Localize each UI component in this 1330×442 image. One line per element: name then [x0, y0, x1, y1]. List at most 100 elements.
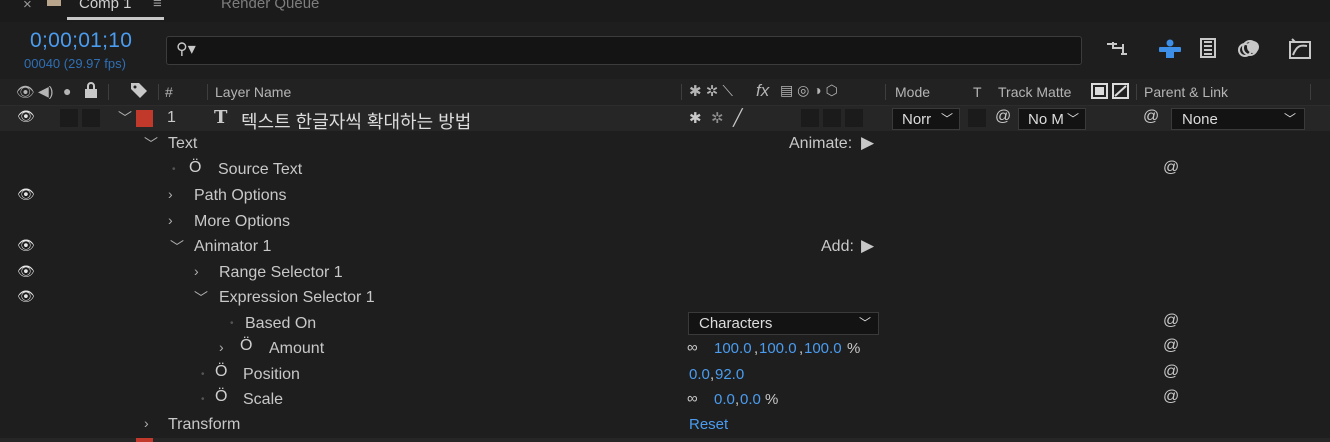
stopwatch-icon[interactable]: Ö: [215, 388, 227, 406]
solo-icon[interactable]: ●: [63, 83, 71, 99]
col-track-matte[interactable]: Track Matte: [998, 84, 1071, 100]
prop-transform-label: Transform: [168, 416, 241, 433]
next-layer-row-partial: [0, 438, 1330, 442]
scale-x-value[interactable]: 0.0: [714, 391, 735, 408]
constrain-proportions-link-icon[interactable]: ∞: [687, 339, 698, 356]
switches-icons: ✱ ✲ ⟍: [689, 83, 733, 100]
tab-render-queue[interactable]: Render Queue: [221, 0, 319, 12]
switch-box[interactable]: [801, 109, 819, 127]
prop-row-animator-1[interactable]: 👁 ﹀ Animator 1 Add: ▶: [0, 235, 1330, 260]
amount-y-value[interactable]: 100.0: [759, 340, 797, 357]
tab-comp-1[interactable]: Comp 1: [79, 0, 132, 12]
solo-switch[interactable]: [82, 109, 100, 127]
stopwatch-icon[interactable]: Ö: [189, 159, 201, 177]
mode-dropdown[interactable]: Norr ﹀: [892, 108, 960, 130]
amount-z-value[interactable]: 100.0: [804, 340, 842, 357]
expression-pickwhip-icon[interactable]: @: [1163, 363, 1179, 381]
visibility-eye-icon[interactable]: 👁: [17, 263, 35, 280]
frame-blending-icon[interactable]: [1196, 37, 1220, 63]
prop-row-range-selector[interactable]: 👁 › Range Selector 1: [0, 261, 1330, 286]
layer-name[interactable]: 텍스트 한글자씩 확대하는 방법: [241, 108, 471, 134]
visibility-eye-icon[interactable]: 👁: [17, 186, 35, 203]
add-menu-play-icon[interactable]: ▶: [861, 236, 874, 256]
chevron-down-icon[interactable]: ﹀: [118, 108, 132, 128]
position-y-value[interactable]: 92.0: [715, 366, 744, 383]
panel-menu-icon[interactable]: ≡: [153, 0, 162, 12]
layer-row[interactable]: 👁 ﹀ 1 T 텍스트 한글자씩 확대하는 방법 ✱ ✲ ╱ Norr ﹀ @ …: [0, 106, 1330, 134]
comp-flowchart-icon[interactable]: [1105, 38, 1131, 64]
chevron-right-icon[interactable]: ›: [219, 339, 224, 355]
chevron-down-icon[interactable]: ﹀: [144, 134, 158, 154]
chevron-right-icon[interactable]: ›: [168, 186, 173, 202]
prop-row-text[interactable]: ﹀ Text Animate: ▶: [0, 132, 1330, 157]
shy-switch-icon[interactable]: ✱: [689, 109, 702, 127]
expression-pickwhip-icon[interactable]: @: [1163, 312, 1179, 330]
prop-row-position[interactable]: • Ö Position 0.0 , 92.0 @: [0, 363, 1330, 388]
col-mode[interactable]: Mode: [895, 84, 930, 100]
scale-y-value[interactable]: 0.0: [740, 391, 761, 408]
stopwatch-icon[interactable]: Ö: [215, 363, 227, 381]
switch-box[interactable]: [845, 109, 863, 127]
lock-icon[interactable]: [84, 82, 98, 101]
animate-menu-play-icon[interactable]: ▶: [861, 133, 874, 153]
col-t: T: [973, 84, 982, 100]
prop-row-more-options[interactable]: › More Options: [0, 210, 1330, 235]
prop-position-label: Position: [243, 366, 300, 383]
expression-pickwhip-icon[interactable]: @: [1163, 337, 1179, 355]
graph-editor-icon[interactable]: [1287, 37, 1313, 65]
quality-switch-icon[interactable]: ╱: [733, 108, 743, 128]
comma-separator: ,: [735, 391, 740, 408]
search-input[interactable]: [200, 37, 1074, 64]
track-matte-value: No M: [1028, 111, 1064, 128]
parent-pickwhip-icon[interactable]: @: [1143, 108, 1159, 126]
col-parent-link[interactable]: Parent & Link: [1144, 84, 1228, 100]
chevron-right-icon[interactable]: ›: [194, 263, 199, 279]
visibility-eye-icon[interactable]: 👁: [17, 237, 35, 254]
expression-pickwhip-icon[interactable]: @: [1163, 159, 1179, 177]
motion-blur-icon[interactable]: [1236, 38, 1262, 64]
label-tag-icon[interactable]: [130, 82, 148, 101]
shy-layers-icon[interactable]: [1156, 38, 1184, 64]
chevron-down-icon[interactable]: ﹀: [194, 288, 208, 308]
position-x-value[interactable]: 0.0: [689, 366, 710, 383]
parent-dropdown[interactable]: None ﹀: [1171, 108, 1305, 130]
prop-row-scale[interactable]: • Ö Scale ∞ 0.0 , 0.0 % @: [0, 388, 1330, 413]
audio-switch[interactable]: [60, 109, 78, 127]
keyframe-dot: •: [201, 369, 205, 380]
frame-count: 00040 (29.97 fps): [24, 56, 126, 71]
amount-x-value[interactable]: 100.0: [714, 340, 752, 357]
collapse-switch-icon[interactable]: ✲: [711, 109, 724, 127]
prop-row-expression-selector[interactable]: 👁 ﹀ Expression Selector 1: [0, 286, 1330, 311]
constrain-proportions-link-icon[interactable]: ∞: [687, 390, 698, 407]
current-time-display[interactable]: 0;00;01;10: [30, 29, 132, 53]
col-fx: fx: [756, 81, 770, 100]
expression-pickwhip-icon[interactable]: @: [1163, 388, 1179, 406]
chevron-right-icon[interactable]: ›: [168, 212, 173, 228]
prop-row-transform[interactable]: › Transform Reset: [0, 413, 1330, 438]
layer-label-color[interactable]: [136, 110, 153, 127]
chevron-right-icon[interactable]: ›: [144, 415, 149, 431]
stopwatch-icon[interactable]: Ö: [240, 337, 252, 355]
prop-row-path-options[interactable]: 👁 › Path Options: [0, 184, 1330, 209]
based-on-dropdown[interactable]: Characters ﹀: [688, 312, 879, 335]
pickwhip-icon[interactable]: @: [995, 108, 1011, 126]
audio-icon[interactable]: ◀): [38, 83, 53, 100]
visibility-eye-icon[interactable]: 👁: [17, 288, 35, 305]
prop-row-source-text[interactable]: • Ö Source Text @: [0, 158, 1330, 183]
comma-separator: ,: [799, 340, 804, 357]
reset-link[interactable]: Reset: [689, 416, 728, 433]
prop-row-amount[interactable]: › Ö Amount ∞ 100.0 , 100.0 , 100.0 % @: [0, 337, 1330, 362]
chevron-down-icon: ﹀: [1067, 112, 1080, 126]
visibility-eye-icon[interactable]: 👁: [17, 108, 35, 125]
animate-label: Animate:: [789, 135, 853, 152]
comma-separator: ,: [754, 340, 759, 357]
chevron-down-icon[interactable]: ﹀: [170, 237, 184, 257]
close-tab-icon[interactable]: ×: [23, 0, 32, 13]
chevron-down-icon: ﹀: [859, 316, 872, 330]
track-matte-dropdown[interactable]: No M ﹀: [1018, 108, 1086, 130]
preserve-transparency-switch[interactable]: [968, 109, 986, 127]
switch-box[interactable]: [823, 109, 841, 127]
col-layer-name[interactable]: Layer Name: [215, 84, 291, 100]
prop-row-based-on[interactable]: • Based On Characters ﹀ @: [0, 312, 1330, 337]
search-icon[interactable]: ⚲▾: [176, 39, 196, 59]
